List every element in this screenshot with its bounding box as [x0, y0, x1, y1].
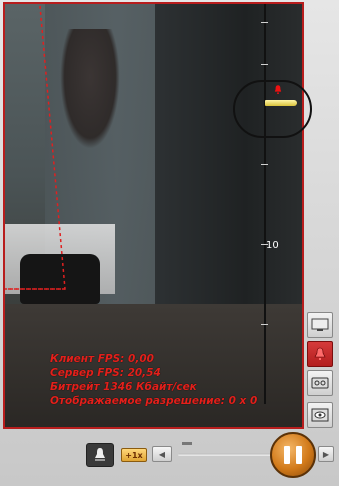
- slider-tick: [182, 442, 192, 445]
- tape-icon: [311, 377, 329, 389]
- pause-icon-bar: [284, 446, 290, 464]
- monitor-button[interactable]: [307, 312, 333, 338]
- timeline-position-marker[interactable]: [265, 100, 297, 106]
- timeline-tick: [261, 22, 268, 23]
- view-button[interactable]: [307, 402, 333, 428]
- alarm-button[interactable]: [86, 443, 114, 467]
- timeline-tick: [261, 324, 268, 325]
- timeline-tick: [261, 164, 268, 165]
- bell-icon: [95, 448, 105, 461]
- timeline-label: 10: [266, 240, 279, 251]
- archive-button[interactable]: [307, 370, 333, 396]
- resolution-text: Отображаемое разрешение: 0 x 0: [50, 395, 258, 407]
- step-back-icon: ◀: [158, 449, 166, 459]
- playback-speed-button[interactable]: +1x: [121, 448, 147, 462]
- monitor-icon: [311, 318, 329, 331]
- bitrate-text: Битрейт 1346 Кбайт/сек: [50, 381, 197, 393]
- playback-slider[interactable]: [178, 453, 274, 456]
- pause-button[interactable]: [270, 432, 316, 478]
- archive-timeline[interactable]: 10: [252, 4, 302, 404]
- annotation-circle: [233, 80, 312, 138]
- bell-icon: [314, 347, 326, 360]
- timeline-tick: [261, 64, 268, 65]
- pause-icon-bar: [296, 446, 302, 464]
- alarm-marker-icon: [274, 85, 282, 94]
- server-fps-text: Сервер FPS: 20,54: [50, 367, 161, 379]
- client-fps-text: Клиент FPS: 0,00: [50, 353, 154, 365]
- previous-frame-button[interactable]: ◀: [152, 446, 172, 462]
- eye-icon: [311, 408, 329, 422]
- events-button[interactable]: [307, 341, 333, 367]
- camera-window: 10 Клиент FPS: 0,00 Сервер FPS: 20,54 Би…: [0, 0, 339, 486]
- stream-stats: Клиент FPS: 0,00 Сервер FPS: 20,54 Битре…: [50, 352, 300, 408]
- step-forward-icon: ▶: [322, 449, 330, 459]
- next-frame-button[interactable]: ▶: [318, 446, 334, 462]
